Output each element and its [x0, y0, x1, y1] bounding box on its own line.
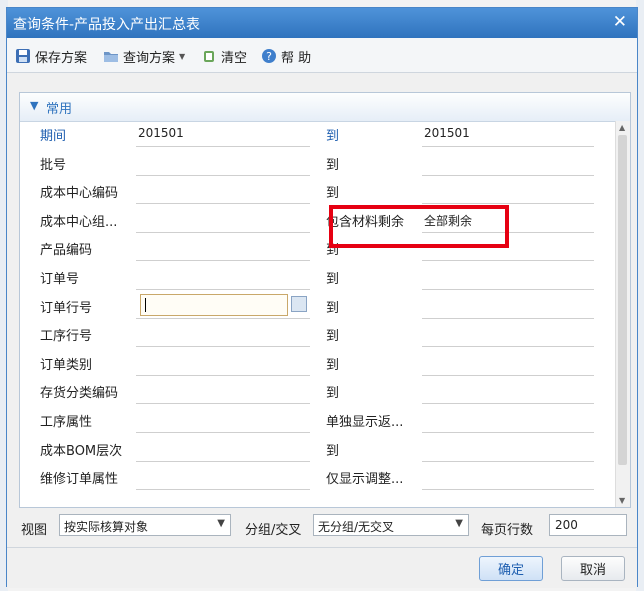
- field-input[interactable]: [422, 489, 594, 491]
- view-select[interactable]: 按实际核算对象 ▼: [59, 514, 231, 536]
- field-input[interactable]: [136, 460, 310, 462]
- field-label: 成本BOM层次: [40, 443, 123, 459]
- chevron-down-icon: ▼: [179, 51, 186, 61]
- field-input[interactable]: [422, 460, 594, 462]
- eraser-icon: [204, 51, 214, 62]
- field-input[interactable]: [136, 231, 310, 233]
- field-input[interactable]: [422, 260, 594, 262]
- field-label: 到: [326, 129, 340, 144]
- scroll-down-icon[interactable]: ▼: [619, 496, 625, 505]
- chevron-down-icon: ▼: [455, 518, 463, 529]
- field-label: 工序属性: [40, 415, 93, 430]
- field-input[interactable]: [136, 403, 310, 405]
- help-button[interactable]: ? 帮 助: [261, 46, 311, 66]
- group-select[interactable]: 无分组/无交叉 ▼: [313, 514, 469, 536]
- rows-per-page-label: 每页行数: [481, 523, 534, 538]
- rows-per-page-input[interactable]: 200: [549, 514, 627, 536]
- toolbar: 保存方案 查询方案 ▼ 清空 ? 帮 助: [7, 38, 637, 73]
- view-value: 按实际核算对象: [64, 520, 149, 534]
- field-label: 订单类别: [40, 357, 93, 373]
- field-label: 到: [326, 186, 340, 202]
- highlight-box: [329, 205, 509, 248]
- field-input[interactable]: [136, 489, 310, 491]
- field-label: 到: [326, 300, 340, 316]
- dialog-titlebar: 查询条件-产品投入产出汇总表 ✕: [7, 8, 637, 38]
- clear-label: 清空: [221, 50, 248, 66]
- panel-title: 常用: [46, 102, 73, 117]
- vertical-scrollbar[interactable]: ▲ ▼: [615, 121, 630, 507]
- close-icon[interactable]: ✕: [613, 12, 627, 32]
- field-input[interactable]: [136, 203, 310, 205]
- field-input[interactable]: [422, 432, 594, 433]
- chevron-down-icon: ▼: [217, 518, 225, 529]
- field-input[interactable]: [422, 403, 594, 405]
- field-label: 存货分类编码: [40, 386, 119, 402]
- chevron-down-icon: ▼: [30, 99, 39, 112]
- field-label: 到: [326, 443, 340, 459]
- field-label: 到: [326, 386, 340, 402]
- field-label: 维修订单属性: [40, 472, 119, 488]
- help-label: 帮 助: [281, 50, 312, 66]
- help-icon: ?: [262, 49, 276, 63]
- view-label: 视图: [21, 523, 48, 538]
- rows-per-page-value: 200: [555, 518, 578, 532]
- svg-text:?: ?: [266, 50, 272, 63]
- field-input[interactable]: [136, 174, 310, 176]
- field-input[interactable]: [422, 289, 594, 290]
- field-value: 201501: [138, 126, 184, 140]
- query-plan-label: 查询方案: [123, 50, 176, 66]
- text-caret: [145, 297, 146, 312]
- field-input[interactable]: [422, 174, 594, 176]
- field-label: 工序行号: [40, 329, 93, 345]
- field-label: 成本中心组...: [40, 214, 118, 230]
- field-label: 仅显示调整...: [326, 472, 404, 488]
- field-input[interactable]: [136, 289, 310, 290]
- query-plan-button[interactable]: 查询方案 ▼: [103, 46, 185, 66]
- group-value: 无分组/无交叉: [318, 520, 395, 534]
- field-value: 201501: [424, 126, 470, 140]
- field-input[interactable]: [422, 146, 594, 147]
- field-input[interactable]: [136, 346, 310, 348]
- field-label: 产品编码: [40, 243, 93, 259]
- field-label: 成本中心编码: [40, 186, 119, 202]
- field-label: 到: [326, 157, 340, 173]
- scrollbar-thumb[interactable]: [618, 135, 627, 465]
- dialog-title: 查询条件-产品投入产出汇总表: [13, 17, 201, 33]
- clear-button[interactable]: 清空: [201, 46, 247, 66]
- ok-button[interactable]: 确定: [479, 556, 543, 581]
- common-panel: ▼ 常用 期间 201501 到 201501 批号到成本中心编码到成本中心组... 包含…: [19, 92, 631, 508]
- field-label: 到: [326, 329, 340, 345]
- form-area: 期间 201501 到 201501 批号到成本中心编码到成本中心组... 包含材料剩余全…: [20, 121, 616, 507]
- field-label: 期间: [40, 129, 67, 144]
- field-label: 批号: [40, 157, 67, 173]
- field-label: 单独显示返...: [326, 415, 404, 430]
- cancel-button[interactable]: 取消: [561, 556, 625, 581]
- field-input[interactable]: [136, 432, 310, 433]
- field-input[interactable]: [136, 374, 310, 376]
- query-dialog: 查询条件-产品投入产出汇总表 ✕ 保存方案 查询方案 ▼ 清空 ? 帮 助 ▼ …: [6, 7, 638, 588]
- save-plan-label: 保存方案: [35, 50, 88, 66]
- field-input[interactable]: [136, 146, 310, 147]
- save-plan-button[interactable]: 保存方案: [15, 46, 87, 66]
- field-input[interactable]: [422, 374, 594, 376]
- field-input[interactable]: [422, 317, 594, 319]
- save-icon: [16, 49, 30, 63]
- field-input[interactable]: [136, 260, 310, 262]
- field-label: 订单号: [40, 272, 80, 287]
- field-label: 到: [326, 272, 340, 287]
- calculator-icon[interactable]: [291, 295, 307, 312]
- field-input[interactable]: [422, 346, 594, 348]
- panel-header[interactable]: ▼ 常用: [20, 93, 630, 122]
- field-label: 到: [326, 357, 340, 373]
- dialog-footer: 确定 取消: [7, 547, 637, 588]
- order-line-input[interactable]: [140, 293, 288, 316]
- group-label: 分组/交叉: [245, 523, 302, 538]
- field-label: 订单行号: [40, 300, 93, 316]
- bottom-options: 视图 按实际核算对象 ▼ 分组/交叉 无分组/无交叉 ▼ 每页行数 200: [7, 511, 637, 547]
- field-input[interactable]: [136, 317, 310, 319]
- folder-icon: [104, 52, 118, 62]
- scroll-up-icon[interactable]: ▲: [619, 123, 625, 132]
